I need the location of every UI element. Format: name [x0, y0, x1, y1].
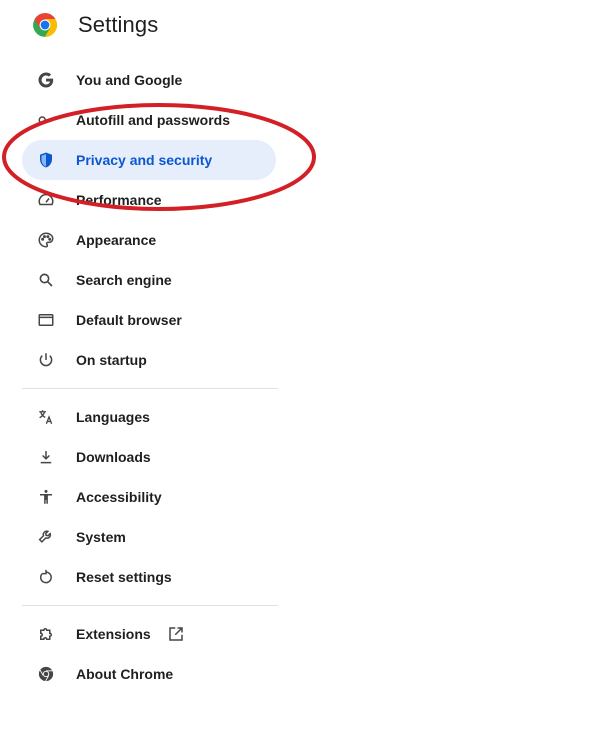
search-icon: [36, 270, 56, 290]
sidebar-item-label: Downloads: [76, 449, 151, 465]
sidebar-divider: [22, 388, 278, 389]
sidebar-item-label: Extensions: [76, 626, 151, 642]
sidebar-item-label: Reset settings: [76, 569, 172, 585]
sidebar-item-label: On startup: [76, 352, 147, 368]
browser-window-icon: [36, 310, 56, 330]
chrome-icon: [36, 664, 56, 684]
sidebar-item-downloads[interactable]: Downloads: [22, 437, 278, 477]
sidebar-item-privacy-and-security[interactable]: Privacy and security: [22, 140, 276, 180]
sidebar-item-languages[interactable]: Languages: [22, 397, 278, 437]
wrench-icon: [36, 527, 56, 547]
palette-icon: [36, 230, 56, 250]
chrome-logo-icon: [33, 13, 57, 37]
google-g-icon: [36, 70, 56, 90]
settings-page: Settings You and Google Autofill and pas…: [0, 0, 594, 748]
settings-sidebar: You and Google Autofill and passwords Pr…: [22, 60, 278, 694]
reset-icon: [36, 567, 56, 587]
sidebar-item-system[interactable]: System: [22, 517, 278, 557]
sidebar-item-autofill[interactable]: Autofill and passwords: [22, 100, 278, 140]
sidebar-item-accessibility[interactable]: Accessibility: [22, 477, 278, 517]
sidebar-item-performance[interactable]: Performance: [22, 180, 278, 220]
shield-icon: [36, 150, 56, 170]
puzzle-icon: [36, 624, 56, 644]
sidebar-item-about-chrome[interactable]: About Chrome: [22, 654, 278, 694]
sidebar-item-label: You and Google: [76, 72, 183, 88]
sidebar-item-extensions[interactable]: Extensions: [22, 614, 278, 654]
sidebar-item-label: Search engine: [76, 272, 172, 288]
sidebar-item-label: Languages: [76, 409, 150, 425]
speedometer-icon: [36, 190, 56, 210]
sidebar-item-you-and-google[interactable]: You and Google: [22, 60, 278, 100]
key-icon: [36, 110, 56, 130]
sidebar-item-search-engine[interactable]: Search engine: [22, 260, 278, 300]
settings-header: Settings: [32, 10, 158, 40]
sidebar-item-label: Autofill and passwords: [76, 112, 231, 128]
sidebar-item-label: About Chrome: [76, 666, 174, 682]
sidebar-item-reset-settings[interactable]: Reset settings: [22, 557, 278, 597]
sidebar-item-label: Privacy and security: [76, 152, 213, 168]
accessibility-icon: [36, 487, 56, 507]
sidebar-item-default-browser[interactable]: Default browser: [22, 300, 278, 340]
sidebar-item-label: Accessibility: [76, 489, 162, 505]
download-icon: [36, 447, 56, 467]
sidebar-item-label: Performance: [76, 192, 162, 208]
power-icon: [36, 350, 56, 370]
sidebar-item-label: Appearance: [76, 232, 157, 248]
sidebar-item-on-startup[interactable]: On startup: [22, 340, 278, 380]
translate-icon: [36, 407, 56, 427]
page-title: Settings: [78, 12, 159, 37]
sidebar-item-label: System: [76, 529, 126, 545]
sidebar-item-label: Default browser: [76, 312, 182, 328]
sidebar-item-appearance[interactable]: Appearance: [22, 220, 278, 260]
open-in-new-icon[interactable]: [167, 625, 185, 643]
sidebar-divider: [22, 605, 278, 606]
